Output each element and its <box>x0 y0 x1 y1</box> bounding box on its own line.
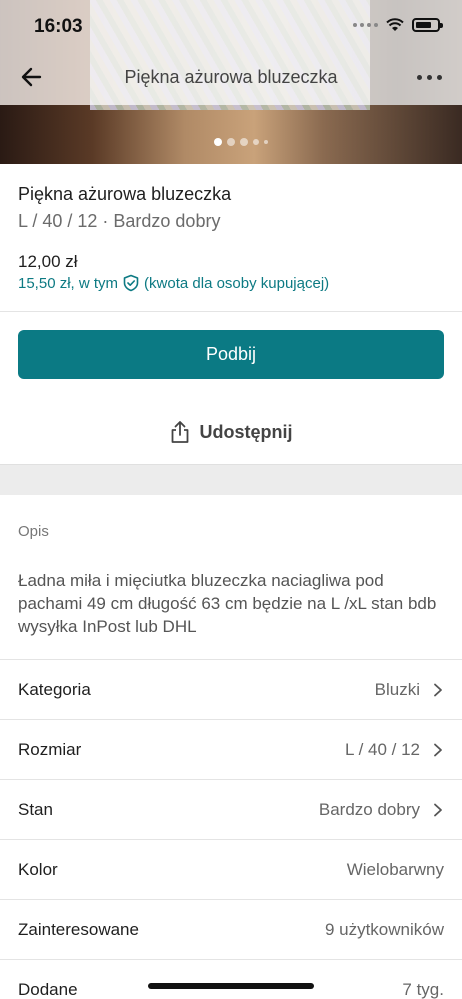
detail-label: Kolor <box>18 859 58 879</box>
carousel-dot <box>227 138 235 146</box>
status-icons <box>353 18 443 32</box>
detail-row-color: Kolor Wielobarwny <box>0 839 462 899</box>
carousel-dot-active <box>214 138 222 146</box>
shield-check-icon <box>123 274 139 292</box>
detail-value: L / 40 / 12 <box>345 740 444 760</box>
detail-row-category[interactable]: Kategoria Bluzki <box>0 659 462 719</box>
carousel-page-dots <box>0 138 462 146</box>
chevron-right-icon <box>434 803 442 816</box>
chevron-right-icon <box>434 683 442 696</box>
detail-row-interested: Zainteresowane 9 użytkowników <box>0 899 462 959</box>
item-details-list: Kategoria Bluzki Rozmiar L / 40 / 12 Sta… <box>0 659 462 999</box>
detail-label: Rozmiar <box>18 739 82 759</box>
divider <box>0 311 462 312</box>
detail-value-text: L / 40 / 12 <box>345 739 420 759</box>
detail-value-text: Wielobarwny <box>346 859 444 879</box>
more-dot <box>416 74 422 80</box>
detail-value-text: Bluzki <box>374 679 420 699</box>
detail-label: Stan <box>18 799 53 819</box>
item-summary: Piękna ażurowa bluzeczka L / 40 / 12 · B… <box>18 184 444 292</box>
carousel-dot <box>264 140 268 144</box>
detail-value-text: 9 użytkowników <box>324 919 444 939</box>
status-bar: 16:03 <box>0 0 462 50</box>
buyer-protection-link[interactable]: 15,50 zł, w tym (kwota dla osoby kupując… <box>18 274 329 292</box>
item-title: Piękna ażurowa bluzeczka <box>18 184 232 204</box>
item-size-condition: L / 40 / 12 · Bardzo dobry <box>18 211 221 231</box>
status-time: 16:03 <box>34 16 83 37</box>
carousel-dot <box>240 138 248 146</box>
detail-value-text: 7 tyg. <box>402 979 444 999</box>
carousel-dot <box>253 139 259 145</box>
share-label: Udostępnij <box>199 421 293 442</box>
detail-row-uploaded: Dodane 7 tyg. <box>0 959 462 999</box>
buyer-protection-label: (kwota dla osoby kupującej) <box>144 274 330 292</box>
detail-row-condition[interactable]: Stan Bardzo dobry <box>0 779 462 839</box>
description-label: Opis <box>18 523 49 540</box>
more-options-button[interactable] <box>414 65 444 89</box>
battery-icon <box>412 18 443 32</box>
bump-button[interactable]: Podbij <box>18 330 444 379</box>
cellular-signal-icon <box>353 23 378 27</box>
chevron-right-icon <box>434 743 442 756</box>
detail-row-size[interactable]: Rozmiar L / 40 / 12 <box>0 719 462 779</box>
detail-value-text: Bardzo dobry <box>318 799 420 819</box>
detail-label: Zainteresowane <box>18 919 139 939</box>
detail-value: Bluzki <box>375 680 444 700</box>
nav-title: Piękna ażurowa bluzeczka <box>124 67 338 87</box>
detail-value: Bardzo dobry <box>319 800 444 820</box>
share-icon <box>171 421 188 443</box>
item-price: 12,00 zł <box>18 252 78 271</box>
share-button[interactable]: Udostępnij <box>0 414 462 450</box>
more-dot <box>436 74 442 80</box>
wifi-icon <box>386 18 404 31</box>
section-separator <box>0 464 462 495</box>
detail-value: 9 użytkowników <box>325 920 444 940</box>
detail-label: Kategoria <box>18 679 91 699</box>
detail-label: Dodane <box>18 979 78 999</box>
detail-value: 7 tyg. <box>402 980 444 999</box>
total-price: 15,50 zł, w tym <box>18 274 119 292</box>
home-indicator[interactable] <box>148 983 314 989</box>
description-text: Ładna miła i mięciutka bluzeczka naciagl… <box>18 571 437 636</box>
detail-value: Wielobarwny <box>347 860 444 880</box>
item-photo-carousel[interactable]: 16:03 Piękna ażurowa bluzeczka <box>0 0 462 164</box>
more-dot <box>426 74 432 80</box>
nav-bar: Piękna ażurowa bluzeczka <box>0 55 462 99</box>
photo-floor <box>0 105 462 164</box>
